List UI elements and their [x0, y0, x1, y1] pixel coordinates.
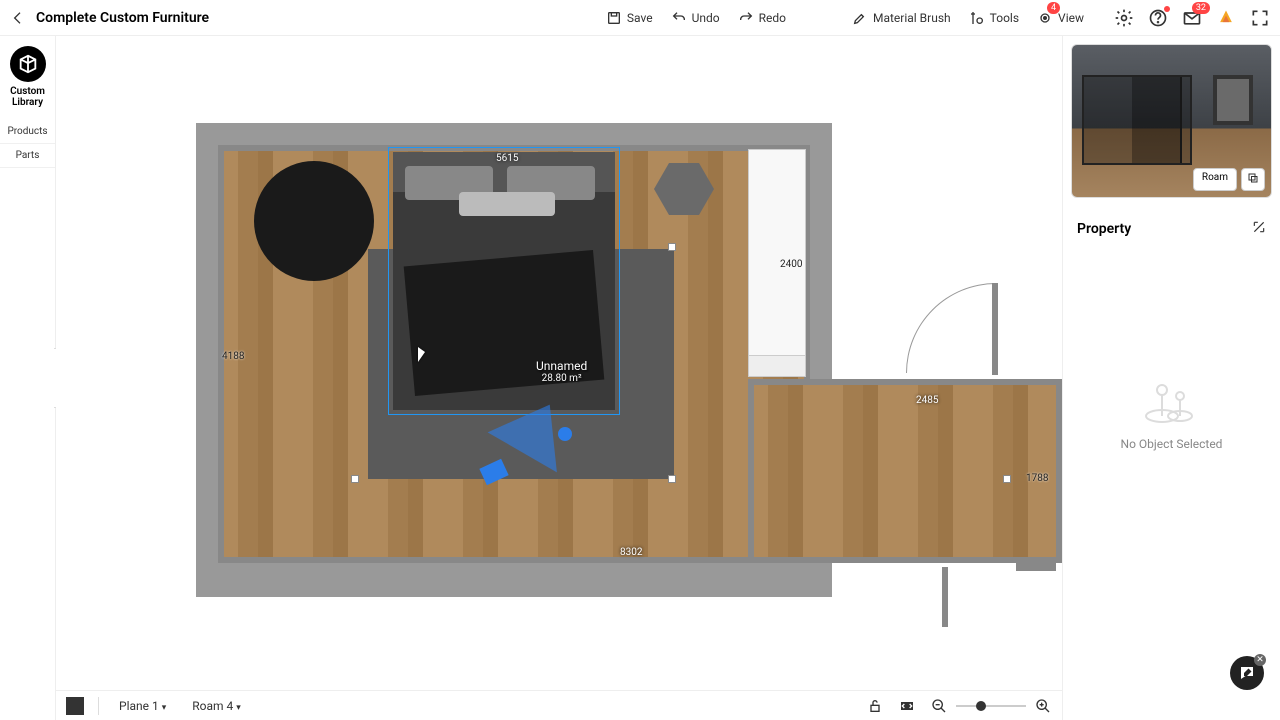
wardrobe-lower[interactable]	[748, 355, 806, 377]
room-label: Unnamed 28.80 m²	[536, 359, 587, 384]
right-panel: Roam Property No Object Selected	[1062, 36, 1280, 720]
custom-library-label[interactable]: Custom Library	[0, 86, 55, 108]
tab-roam[interactable]: Roam 4 ▾	[186, 697, 247, 715]
dim-bottom: 8302	[620, 547, 642, 558]
inbox-badge: 32	[1192, 2, 1210, 14]
redo-button[interactable]: Redo	[738, 10, 786, 26]
undo-button[interactable]: Undo	[671, 10, 720, 26]
property-empty-text: No Object Selected	[1063, 437, 1280, 451]
fullscreen-icon[interactable]	[1250, 8, 1270, 28]
dim-right-upper: 2400	[780, 259, 802, 270]
canvas[interactable]: Unnamed 28.80 m² 5615 4188 2400 2485 830…	[56, 36, 1062, 690]
zoom-in-icon[interactable]	[1034, 697, 1052, 715]
top-right-icons: 32	[1114, 8, 1270, 28]
selection-handle[interactable]	[668, 243, 676, 251]
save-label: Save	[627, 11, 653, 25]
brand-icon[interactable]	[1216, 8, 1236, 28]
top-bar: Complete Custom Furniture Save Undo Redo…	[0, 0, 1280, 36]
app-title: Complete Custom Furniture	[36, 10, 209, 26]
save-button[interactable]: Save	[606, 10, 653, 26]
property-header: Property	[1063, 206, 1280, 246]
fab-close-icon[interactable]: ✕	[1254, 654, 1266, 666]
dim-left: 4188	[222, 351, 244, 362]
material-brush-button[interactable]: Material Brush	[852, 10, 951, 26]
feedback-fab[interactable]: ✕	[1230, 656, 1264, 690]
dim-side: 1788	[1026, 473, 1048, 484]
help-notification-dot	[1164, 6, 1170, 12]
view-badge: 4	[1047, 2, 1060, 14]
dim-right-lower: 2485	[916, 395, 938, 406]
lock-icon[interactable]	[866, 697, 884, 715]
fit-icon[interactable]	[898, 697, 916, 715]
zoom-slider[interactable]	[956, 705, 1026, 707]
layers-icon[interactable]	[66, 697, 84, 715]
back-arrow-icon[interactable]	[10, 10, 26, 26]
selection-handle[interactable]	[1003, 475, 1011, 483]
property-empty-state: No Object Selected	[1063, 376, 1280, 451]
room-extension[interactable]	[748, 379, 1062, 563]
property-title: Property	[1077, 221, 1131, 237]
view-button[interactable]: 4 View	[1037, 10, 1084, 26]
selection-handle[interactable]	[668, 475, 676, 483]
bottom-bar: Plane 1 ▾ Roam 4 ▾	[56, 690, 1062, 720]
inbox-icon[interactable]: 32	[1182, 8, 1202, 28]
room-area: 28.80 m²	[536, 373, 587, 384]
top-actions: Save Undo Redo Material Brush Tools 4 Vi…	[606, 10, 1084, 26]
custom-library-icon[interactable]	[10, 46, 46, 82]
roam-button[interactable]: Roam	[1193, 168, 1237, 191]
tab-plane[interactable]: Plane 1 ▾	[113, 697, 172, 715]
cursor-icon	[418, 347, 432, 365]
material-brush-label: Material Brush	[873, 11, 951, 25]
floorplan[interactable]: Unnamed 28.80 m² 5615 4188 2400 2485 830…	[196, 123, 832, 597]
door-threshold	[1016, 563, 1056, 571]
expand-icon[interactable]	[1252, 220, 1266, 238]
redo-label: Redo	[759, 11, 786, 25]
dim-top: 5615	[496, 153, 518, 164]
tools-label: Tools	[990, 11, 1019, 25]
door-leaf-bottom	[942, 567, 948, 627]
help-icon[interactable]	[1148, 8, 1168, 28]
sidebar-parts[interactable]: Parts	[0, 144, 55, 168]
zoom-control[interactable]	[930, 697, 1052, 715]
selection-handle[interactable]	[351, 475, 359, 483]
door-leaf	[992, 283, 998, 375]
room-name: Unnamed	[536, 359, 587, 373]
settings-icon[interactable]	[1114, 8, 1134, 28]
tools-button[interactable]: Tools	[969, 10, 1019, 26]
camera-focus-dot	[558, 427, 572, 441]
undo-label: Undo	[692, 11, 720, 25]
sidebar-products[interactable]: Products	[0, 120, 55, 144]
left-sidebar: Custom Library Products Parts	[0, 36, 56, 720]
preview-3d[interactable]: Roam	[1071, 44, 1272, 198]
round-table[interactable]	[254, 161, 374, 281]
view-label: View	[1058, 11, 1084, 25]
zoom-out-icon[interactable]	[930, 697, 948, 715]
preview-popout-icon[interactable]	[1241, 168, 1265, 191]
